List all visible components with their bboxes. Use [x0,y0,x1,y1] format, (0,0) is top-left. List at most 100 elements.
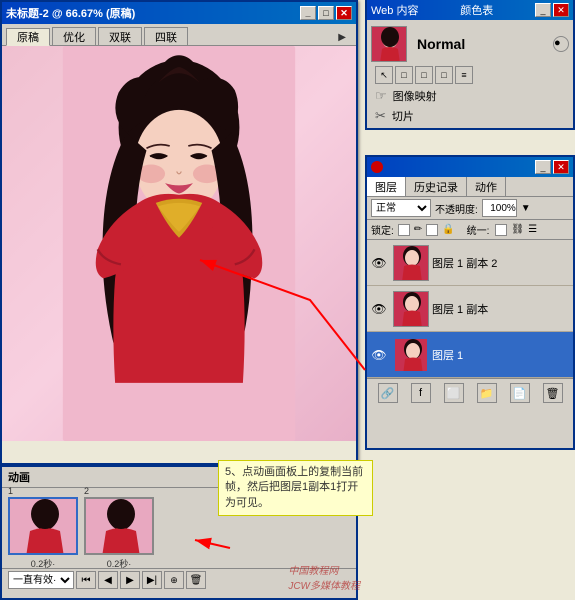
watermark-line2: JCW多媒体教程 [288,577,360,592]
frame-duration-2: 0.2秒· [107,557,132,570]
frame-num-1: 1 [8,486,13,496]
anim-frame-2[interactable]: 2 0.2秒· [84,486,154,570]
lock-checkbox-1[interactable] [398,224,410,236]
frame-thumb-2[interactable] [84,497,154,555]
lock-pencil-icon: ✏ [414,224,422,235]
slice-icon: ✂ [375,108,386,124]
layer-thumb-copy1 [393,291,429,327]
loop-select[interactable]: 一直有效· [8,571,74,589]
layer-thumb-copy2 [393,245,429,281]
layer-options-icon: ☰ [528,224,537,235]
anim-play-btn[interactable]: ▶ [120,571,140,589]
lock-checkbox-2[interactable] [426,224,438,236]
tab-history[interactable]: 历史记录 [406,177,467,196]
slice-label: 切片 [392,108,414,124]
tab-quad[interactable]: 四联 [144,27,188,45]
lock-row: 锁定: ✏ 🔒 统一: ⛓ ☰ [367,220,573,240]
layers-panel: _ ✕ 图层 历史记录 动作 正常 不透明度: ▼ 锁定: ✏ 🔒 统一: ⛓ … [365,155,575,450]
main-canvas-window: 未标题-2 @ 66.67% (原稿) _ □ ✕ 原稿 优化 双联 四联 ▶ [0,0,358,465]
icon-btn-1[interactable]: ↖ [375,66,393,84]
layers-tabs: 图层 历史记录 动作 [367,177,573,197]
icon-btn-2[interactable]: □ [395,66,413,84]
anim-copy-btn[interactable]: ⊕ [164,571,184,589]
layer-folder-btn[interactable]: 📁 [477,383,497,403]
layer-name-1: 图层 1 [432,347,569,363]
layer-mask-btn[interactable]: ⬜ [444,383,464,403]
image-map-icon: ☞ [375,88,387,104]
tab-optimize[interactable]: 优化 [52,27,96,45]
layer-name-copy2: 图层 1 副本 2 [432,255,569,271]
layer-delete-btn[interactable]: 🗑 [543,383,563,403]
layers-list: 👁 图层 1 副本 2 👁 [367,240,573,378]
blend-mode-select[interactable]: 正常 [371,199,431,217]
icon-btn-5[interactable]: ≡ [455,66,473,84]
unified-label: 统一: [467,222,490,237]
web-panel-close[interactable]: ✕ [553,3,569,17]
web-panel-subtitle-label: 颜色表 [460,2,493,18]
layer-link-btn[interactable]: 🔗 [378,383,398,403]
lock-icon: 🔒 [442,224,454,235]
tooltip-box: 5、点动画面板上的复制当前帧，然后把图层1副本1打开为可见。 [218,460,373,516]
chain-icon: ⛓ [511,224,524,235]
icon-btn-3[interactable]: □ [415,66,433,84]
opacity-label: 不透明度: [435,201,478,216]
web-menu-slice[interactable]: ✂ 切片 [371,106,569,126]
layers-bottom-toolbar: 🔗 f ⬜ 📁 📄 🗑 [367,378,573,407]
layer-eye-1[interactable]: 👁 [371,347,387,363]
web-panel-normal-row: Normal ● [371,24,569,64]
minimize-button[interactable]: _ [300,6,316,20]
watermark-line1: 中国教程网 [288,562,360,577]
layer-row-1[interactable]: 👁 图层 1 [367,332,573,378]
anim-prev-btn[interactable]: ◀ [98,571,118,589]
web-panel-minimize[interactable]: _ [535,3,551,17]
anim-delete-btn[interactable]: 🗑 [186,571,206,589]
opacity-input[interactable] [482,199,517,217]
web-panel-body: Normal ● ↖ □ □ □ ≡ ☞ 图像映射 ✂ 切片 [367,20,573,130]
layer-new-btn[interactable]: 📄 [510,383,530,403]
canvas-figure [2,46,356,441]
close-button[interactable]: ✕ [336,6,352,20]
layers-minimize[interactable]: _ [535,160,551,174]
web-panel-title-label: Web 内容 [371,2,418,18]
unified-checkbox[interactable] [495,224,507,236]
icon-btn-4[interactable]: □ [435,66,453,84]
frame-thumb-1[interactable] [8,497,78,555]
layers-close[interactable]: ✕ [553,160,569,174]
layer-effect-btn[interactable]: f [411,383,431,403]
tab-actions[interactable]: 动作 [467,177,506,196]
tooltip-text: 5、点动画面板上的复制当前帧，然后把图层1副本1打开为可见。 [225,466,363,509]
anim-first-btn[interactable]: ⏮ [76,571,96,589]
web-menu-image-map[interactable]: ☞ 图像映射 [371,86,569,106]
lock-label: 锁定: [371,222,394,237]
web-panel-title-bar: Web 内容 颜色表 _ ✕ [367,0,573,20]
layer-row-copy1[interactable]: 👁 图层 1 副本 [367,286,573,332]
layers-controls: 正常 不透明度: ▼ [367,197,573,220]
frame-num-2: 2 [84,486,89,496]
dropdown-icon[interactable]: ▼ [521,203,531,214]
web-content-panel: Web 内容 颜色表 _ ✕ Normal ● ↖ □ □ □ ≡ [365,0,575,130]
layers-panel-icon [371,161,383,173]
tab-original[interactable]: 原稿 [6,28,50,46]
maximize-button[interactable]: □ [318,6,334,20]
layers-title-bar: _ ✕ [367,157,573,177]
watermark: 中国教程网 JCW多媒体教程 [288,562,360,592]
canvas-area [2,46,356,441]
normal-label: Normal [417,36,465,52]
tab-double[interactable]: 双联 [98,27,142,45]
tab-layers[interactable]: 图层 [367,177,406,196]
image-map-label: 图像映射 [393,88,437,104]
layer-row-copy2[interactable]: 👁 图层 1 副本 2 [367,240,573,286]
tab-arrow-icon[interactable]: ▶ [332,30,352,45]
layer-eye-copy1[interactable]: 👁 [371,301,387,317]
main-title-bar: 未标题-2 @ 66.67% (原稿) _ □ ✕ [2,2,356,24]
web-panel-icon-row: ↖ □ □ □ ≡ [371,64,569,86]
main-window-title: 未标题-2 @ 66.67% (原稿) [6,5,135,21]
window-controls: _ □ ✕ [300,6,352,20]
layer-eye-copy2[interactable]: 👁 [371,255,387,271]
tab-bar: 原稿 优化 双联 四联 ▶ [2,24,356,46]
layer-name-copy1: 图层 1 副本 [432,301,569,317]
anim-frame-1[interactable]: 1 0.2秒· [8,486,78,570]
anim-next-btn[interactable]: ▶| [142,571,162,589]
frame-duration-1: 0.2秒· [31,557,56,570]
web-circle-icon[interactable]: ● [553,36,569,52]
